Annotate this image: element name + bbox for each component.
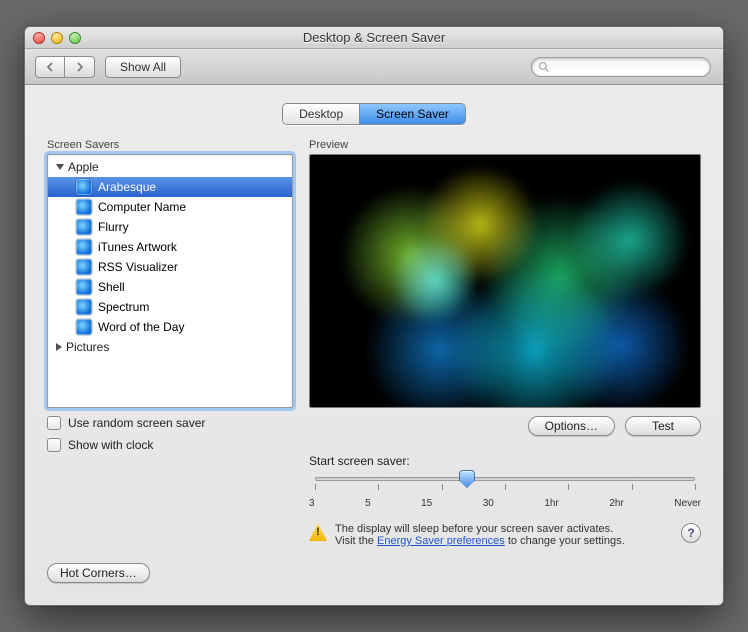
search-icon bbox=[538, 61, 550, 73]
slider-tick-labels: 3 5 15 30 1hr 2hr Never bbox=[309, 498, 701, 509]
energy-saver-link[interactable]: Energy Saver preferences bbox=[377, 535, 505, 547]
show-with-clock-checkbox[interactable]: Show with clock bbox=[47, 438, 293, 452]
test-button[interactable]: Test bbox=[625, 416, 701, 436]
disclosure-triangle-icon[interactable] bbox=[56, 164, 64, 170]
toolbar: Show All bbox=[25, 49, 723, 85]
search-field[interactable] bbox=[531, 57, 711, 77]
disclosure-triangle-icon[interactable] bbox=[56, 343, 62, 351]
prefs-window: Desktop & Screen Saver Show All Desktop … bbox=[24, 26, 724, 606]
tab-desktop[interactable]: Desktop bbox=[283, 104, 359, 124]
slider-label: Start screen saver: bbox=[309, 454, 701, 468]
list-item[interactable]: Shell bbox=[48, 277, 292, 297]
list-item[interactable]: iTunes Artwork bbox=[48, 237, 292, 257]
forward-button[interactable] bbox=[65, 56, 95, 78]
titlebar: Desktop & Screen Saver bbox=[25, 27, 723, 49]
list-item[interactable]: Flurry bbox=[48, 217, 292, 237]
random-screensaver-checkbox[interactable]: Use random screen saver bbox=[47, 416, 293, 430]
list-item[interactable]: RSS Visualizer bbox=[48, 257, 292, 277]
preview-pane bbox=[309, 154, 701, 408]
screen-savers-list[interactable]: Apple Arabesque Computer Name Flurry iTu… bbox=[47, 154, 293, 408]
help-button[interactable]: ? bbox=[681, 523, 701, 543]
list-item[interactable]: Computer Name bbox=[48, 197, 292, 217]
screensaver-icon bbox=[76, 199, 92, 215]
search-input[interactable] bbox=[554, 61, 704, 73]
options-button[interactable]: Options… bbox=[528, 416, 615, 436]
screen-savers-heading: Screen Savers bbox=[47, 139, 293, 151]
preview-heading: Preview bbox=[309, 139, 701, 151]
show-all-button[interactable]: Show All bbox=[105, 56, 181, 78]
nav-segment bbox=[35, 56, 95, 78]
warning-message: The display will sleep before your scree… bbox=[309, 523, 701, 547]
tab-screen-saver[interactable]: Screen Saver bbox=[359, 104, 465, 124]
screensaver-icon bbox=[76, 319, 92, 335]
list-item[interactable]: Word of the Day bbox=[48, 317, 292, 337]
screensaver-icon bbox=[76, 179, 92, 195]
list-item[interactable]: Spectrum bbox=[48, 297, 292, 317]
tab-bar: Desktop Screen Saver bbox=[47, 103, 701, 125]
start-delay-slider[interactable] bbox=[315, 474, 695, 490]
back-button[interactable] bbox=[35, 56, 65, 78]
screensaver-icon bbox=[76, 259, 92, 275]
hot-corners-button[interactable]: Hot Corners… bbox=[47, 563, 150, 583]
warning-icon bbox=[309, 523, 327, 541]
screensaver-icon bbox=[76, 219, 92, 235]
screensaver-icon bbox=[76, 299, 92, 315]
group-pictures[interactable]: Pictures bbox=[48, 337, 292, 357]
group-apple[interactable]: Apple bbox=[48, 157, 292, 177]
checkbox-icon[interactable] bbox=[47, 438, 61, 452]
screensaver-icon bbox=[76, 239, 92, 255]
list-item[interactable]: Arabesque bbox=[48, 177, 292, 197]
group-label: Apple bbox=[68, 160, 99, 174]
window-title: Desktop & Screen Saver bbox=[25, 30, 723, 45]
group-label: Pictures bbox=[66, 340, 109, 354]
screensaver-icon bbox=[76, 279, 92, 295]
checkbox-icon[interactable] bbox=[47, 416, 61, 430]
slider-thumb[interactable] bbox=[459, 470, 475, 488]
